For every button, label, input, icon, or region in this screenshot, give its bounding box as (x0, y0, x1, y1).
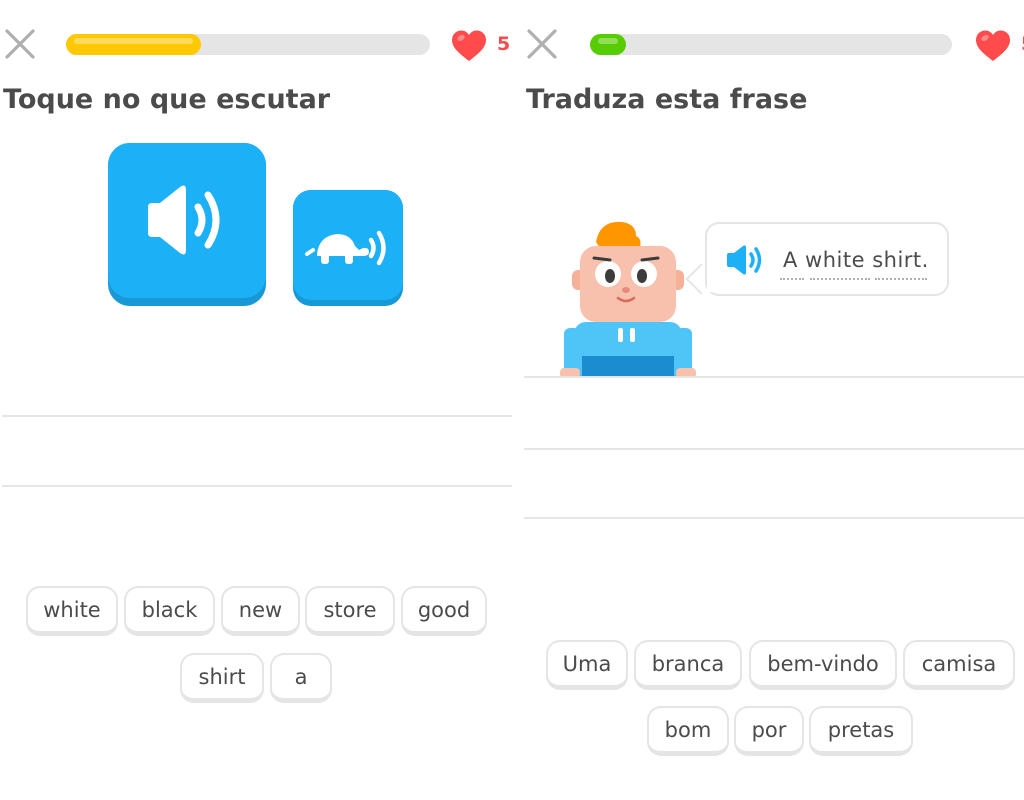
close-icon[interactable] (2, 26, 38, 62)
turtle-slow-audio-icon (305, 230, 386, 266)
page-title: Toque no que escutar (3, 84, 331, 115)
word-chip[interactable]: bem-vindo (749, 640, 897, 690)
answer-line (524, 376, 1024, 378)
speech-bubble: A white shirt. (705, 222, 949, 296)
progress-fill (66, 34, 201, 55)
word-chip[interactable]: pretas (809, 706, 913, 756)
answer-line (2, 415, 512, 417)
word-chip[interactable]: Uma (546, 640, 628, 690)
play-audio-button[interactable] (108, 143, 266, 306)
word-chip[interactable]: new (221, 586, 300, 636)
progress-fill (590, 34, 626, 55)
heart-icon (974, 29, 1012, 67)
word-hint-underline (780, 278, 804, 280)
translate-exercise-panel: 5 Traduza esta frase A white shirt. (524, 0, 1024, 800)
progress-bar (590, 34, 952, 55)
hearts-count: 5 (497, 33, 511, 55)
word-chip[interactable]: white (26, 586, 118, 636)
word-chip[interactable]: store (305, 586, 395, 636)
word-chip[interactable]: camisa (903, 640, 1015, 690)
progress-bar (66, 34, 430, 55)
word-chip[interactable]: good (401, 586, 487, 636)
prompt-sentence[interactable]: A white shirt. (783, 248, 929, 272)
character-illustration (560, 221, 696, 378)
word-chip[interactable]: a (270, 653, 332, 703)
answer-line (524, 517, 1024, 519)
heart-icon (450, 29, 488, 67)
speaker-icon[interactable] (725, 242, 765, 278)
page-title: Traduza esta frase (526, 84, 808, 115)
speaker-icon (148, 185, 220, 255)
answer-line (2, 485, 512, 487)
word-hint-underline (810, 278, 870, 280)
word-hint-underline (875, 278, 927, 280)
word-chip[interactable]: bom (647, 706, 729, 756)
word-chip[interactable]: por (734, 706, 804, 756)
close-icon[interactable] (524, 26, 560, 62)
listen-exercise-panel: 5 Toque no que escutar white black new s… (0, 0, 512, 800)
slow-audio-button[interactable] (293, 190, 403, 306)
word-chip[interactable]: black (124, 586, 215, 636)
answer-line (524, 448, 1024, 450)
word-chip[interactable]: shirt (180, 653, 264, 703)
speech-bubble-tail-cover (707, 256, 715, 292)
word-chip[interactable]: branca (634, 640, 742, 690)
